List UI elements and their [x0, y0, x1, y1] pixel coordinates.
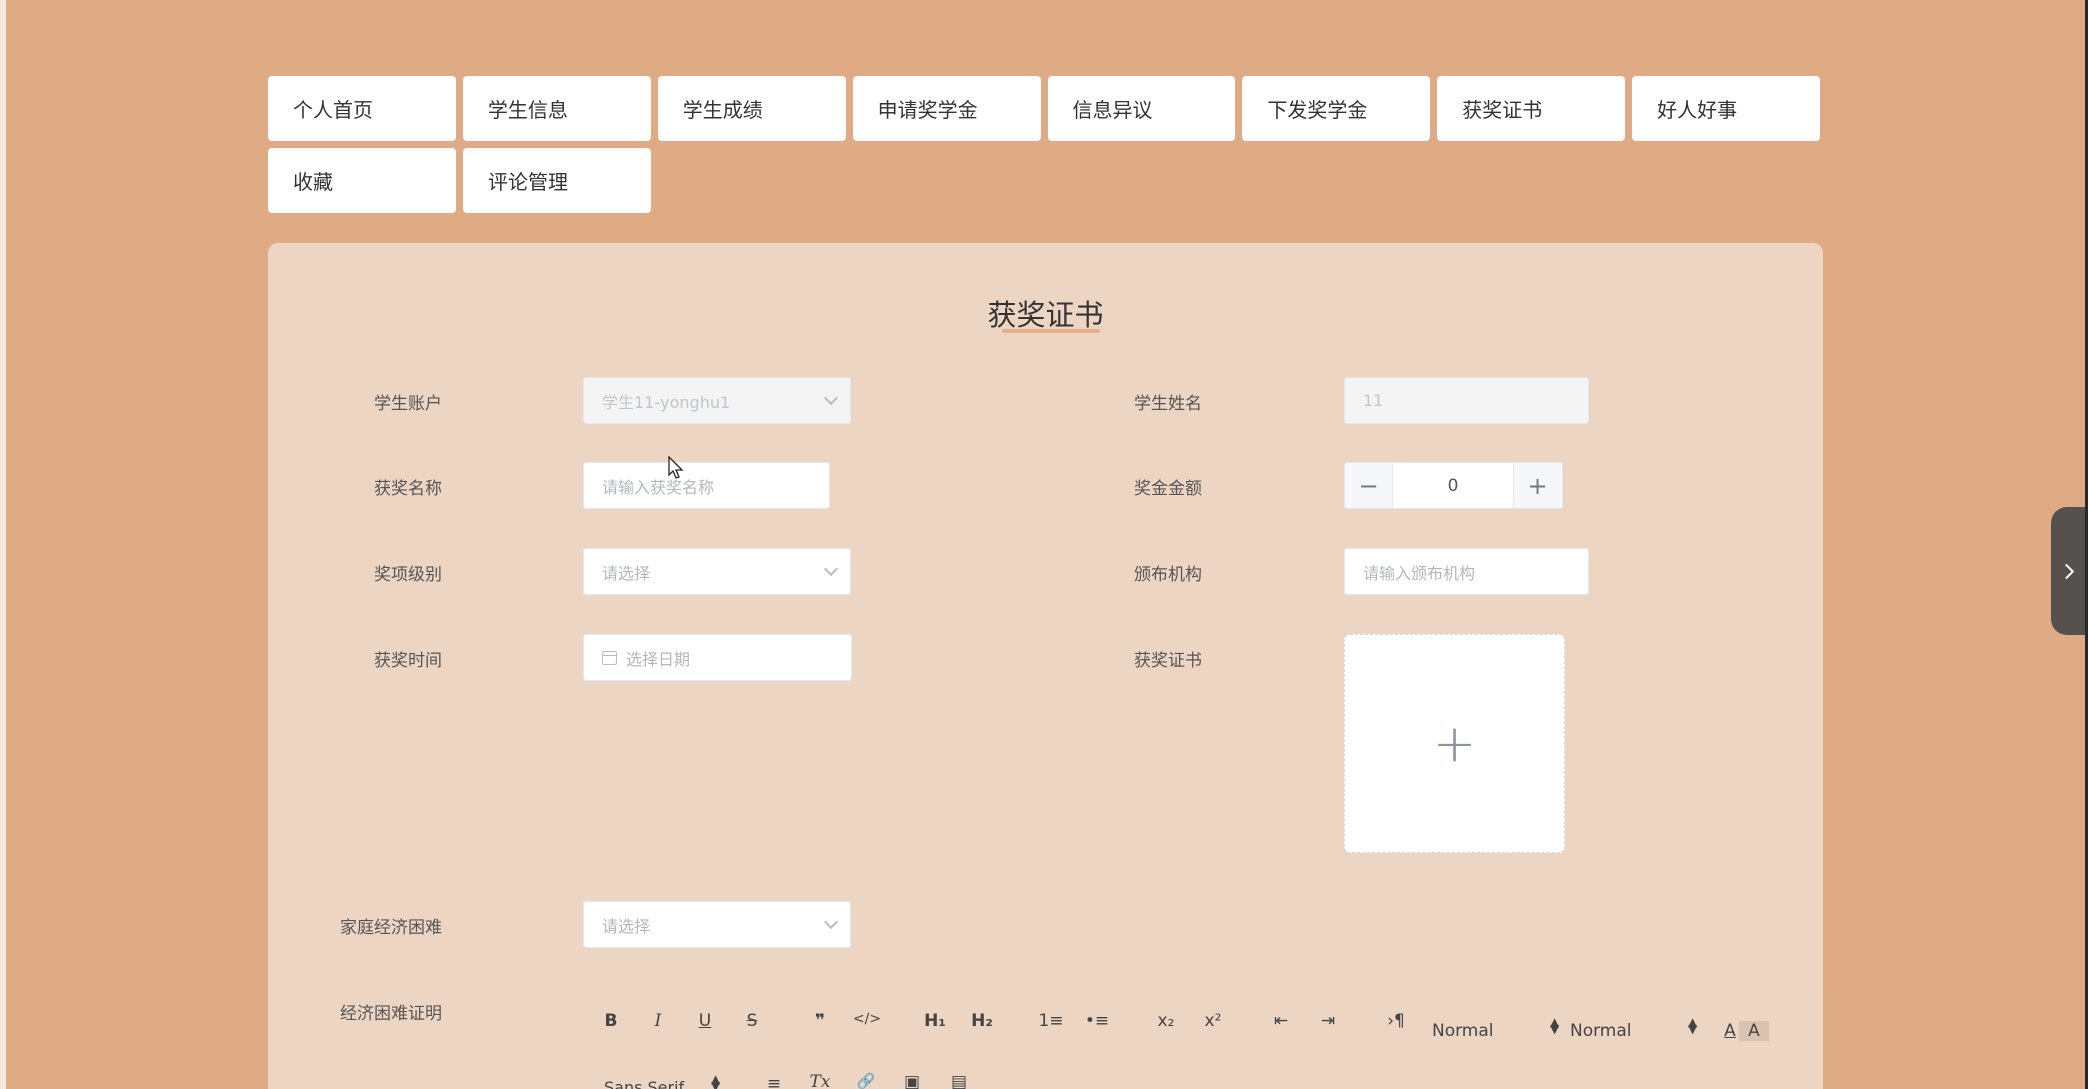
award-time-label: 获奖时间: [374, 651, 442, 671]
award-level-label: 奖项级别: [374, 565, 442, 585]
certificate-label: 获奖证书: [1134, 651, 1202, 671]
family-hardship-label: 家庭经济困难: [340, 918, 442, 938]
award-time-datepicker[interactable]: 选择日期: [583, 634, 852, 681]
student-name-value: 11: [1363, 391, 1384, 410]
student-name-label: 学生姓名: [1134, 394, 1202, 414]
font-select-arrow-icon: ▲ ▼: [711, 1072, 721, 1089]
award-time-placeholder: 选择日期: [626, 649, 691, 669]
font-select[interactable]: Sans Serif: [604, 1078, 684, 1089]
align-button[interactable]: ≡: [759, 1074, 789, 1089]
nav-item-home[interactable]: 个人首页: [268, 76, 456, 141]
nav-row-1: 个人首页 学生信息 学生成绩 申请奖学金 信息异议 下发奖学金 获奖证书 好人好…: [268, 76, 1820, 141]
h1-button[interactable]: H₁: [920, 1011, 950, 1031]
award-name-placeholder: 请输入获奖名称: [602, 477, 715, 497]
decrement-button[interactable]: −: [1345, 463, 1393, 508]
family-hardship-select[interactable]: 请选择: [583, 901, 851, 948]
header-select[interactable]: Normal: [1570, 1021, 1632, 1041]
bonus-amount-value[interactable]: 0: [1393, 463, 1513, 508]
nav-item-favorites[interactable]: 收藏: [268, 148, 456, 213]
nav-item-issue-scholarship[interactable]: 下发奖学金: [1242, 76, 1431, 141]
strike-button[interactable]: S: [737, 1011, 767, 1031]
nav-item-student-grades[interactable]: 学生成绩: [657, 76, 846, 141]
bullet-list-button[interactable]: •≡: [1082, 1011, 1112, 1031]
issuer-placeholder: 请输入颁布机构: [1363, 563, 1476, 583]
increment-button[interactable]: +: [1513, 463, 1561, 508]
link-button[interactable]: 🔗: [851, 1072, 881, 1089]
calendar-icon: [602, 650, 617, 665]
chevron-right-icon: [2058, 563, 2074, 579]
nav-item-apply-scholarship[interactable]: 申请奖学金: [852, 76, 1041, 141]
text-direction-button[interactable]: ›¶: [1381, 1011, 1411, 1031]
size-select-arrow-icon: ▲ ▼: [1550, 1015, 1560, 1036]
image-button[interactable]: ▣: [897, 1072, 927, 1089]
plus-icon: +: [1432, 713, 1477, 774]
award-name-label: 获奖名称: [374, 479, 442, 499]
bold-button[interactable]: B: [596, 1011, 626, 1031]
underline-button[interactable]: U: [690, 1011, 720, 1031]
student-name-field[interactable]: 11: [1344, 377, 1589, 424]
h2-button[interactable]: H₂: [967, 1011, 997, 1031]
student-account-select[interactable]: 学生11-yonghu1: [583, 377, 851, 424]
indent-button[interactable]: ⇥: [1313, 1011, 1343, 1031]
code-block-button[interactable]: </>: [852, 1011, 882, 1027]
certificate-upload[interactable]: +: [1344, 634, 1565, 853]
superscript-button[interactable]: x²: [1198, 1011, 1228, 1031]
video-button[interactable]: ▤: [944, 1072, 974, 1089]
chevron-down-icon: [823, 390, 839, 406]
clean-format-button[interactable]: Tx: [805, 1072, 835, 1089]
form-panel: 获奖证书 学生账户 学生11-yonghu1 学生姓名 11 获奖名称 请输入获…: [268, 243, 1823, 1089]
student-account-label: 学生账户: [374, 394, 442, 414]
award-name-input[interactable]: 请输入获奖名称: [583, 462, 830, 509]
top-nav: 个人首页 学生信息 学生成绩 申请奖学金 信息异议 下发奖学金 获奖证书 好人好…: [268, 76, 1820, 220]
nav-item-student-info[interactable]: 学生信息: [462, 76, 651, 141]
bonus-amount-label: 奖金金额: [1134, 479, 1202, 499]
bonus-amount-stepper: − 0 +: [1344, 462, 1563, 509]
mouse-cursor-icon: [668, 456, 684, 479]
nav-item-comment-management[interactable]: 评论管理: [463, 148, 651, 213]
award-level-placeholder: 请选择: [602, 563, 651, 583]
side-panel-toggle[interactable]: [2051, 507, 2085, 635]
window-left-edge: [0, 0, 6, 1089]
issuer-label: 颁布机构: [1134, 565, 1202, 585]
background-color-button[interactable]: A: [1739, 1021, 1769, 1041]
nav-item-award-certificate[interactable]: 获奖证书: [1437, 76, 1626, 141]
outdent-button[interactable]: ⇤: [1266, 1011, 1296, 1031]
nav-item-info-objection[interactable]: 信息异议: [1047, 76, 1236, 141]
chevron-down-icon: [823, 561, 839, 577]
rich-text-editor: B I U S ❞ </> H₁ H₂ 1≡ •≡ x₂ x² ⇤ ⇥ ›¶ N…: [583, 988, 1813, 1089]
size-select[interactable]: Normal: [1432, 1021, 1494, 1041]
blockquote-button[interactable]: ❞: [805, 1011, 835, 1031]
ordered-list-button[interactable]: 1≡: [1036, 1011, 1066, 1031]
hardship-proof-label: 经济困难证明: [340, 1004, 442, 1024]
student-account-value: 学生11-yonghu1: [602, 392, 731, 412]
issuer-input[interactable]: 请输入颁布机构: [1344, 548, 1589, 595]
title-underline: [1002, 329, 1100, 333]
italic-button[interactable]: I: [643, 1011, 673, 1031]
subscript-button[interactable]: x₂: [1151, 1011, 1181, 1031]
header-select-arrow-icon: ▲ ▼: [1688, 1015, 1698, 1036]
award-level-select[interactable]: 请选择: [583, 548, 851, 595]
nav-item-good-deeds[interactable]: 好人好事: [1632, 76, 1820, 141]
chevron-down-icon: [823, 914, 839, 930]
family-hardship-placeholder: 请选择: [602, 916, 651, 936]
nav-row-2: 收藏 评论管理: [268, 148, 1820, 213]
page-title: 获奖证书: [987, 298, 1104, 332]
